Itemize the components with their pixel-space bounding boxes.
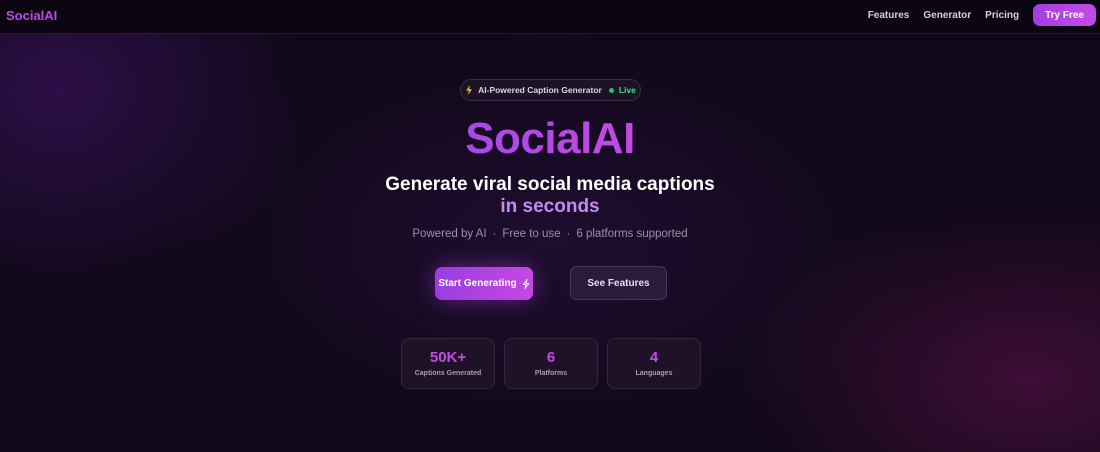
hero-badge: AI-Powered Caption Generator Live — [460, 79, 641, 101]
live-status: Live — [618, 85, 636, 95]
start-generating-button[interactable]: Start Generating — [435, 267, 533, 300]
nav-link-pricing[interactable]: Pricing — [985, 10, 1019, 21]
hero-subtitle-highlight: in seconds — [500, 196, 600, 217]
top-nav: SocialAI Features Generator Pricing Try … — [0, 0, 1100, 34]
nav-link-generator[interactable]: Generator — [923, 10, 971, 21]
tagline-item: 6 platforms supported — [576, 228, 688, 240]
tagline-item: Free to use — [502, 228, 561, 240]
tagline-separator: · — [492, 228, 497, 240]
page: SocialAI Features Generator Pricing Try … — [0, 0, 1100, 452]
bolt-icon — [466, 85, 473, 95]
stat-label: Captions Generated — [414, 370, 482, 377]
hero-title: SocialAI — [0, 113, 1100, 165]
tagline-item: Powered by AI — [412, 228, 487, 240]
nav-link-features[interactable]: Features — [868, 10, 910, 21]
stat-label: Languages — [635, 370, 673, 377]
stat-card-platforms: 6 Platforms — [504, 338, 598, 389]
live-indicator-dot — [608, 87, 614, 93]
tagline-separator: · — [566, 228, 571, 240]
stat-card-captions: 50K+ Captions Generated — [401, 338, 495, 389]
stat-value: 50K+ — [429, 349, 467, 366]
start-generating-label: Start Generating — [438, 278, 517, 289]
badge-text: AI-Powered Caption Generator — [478, 85, 602, 95]
see-features-button[interactable]: See Features — [570, 266, 667, 300]
stat-label: Platforms — [534, 370, 568, 377]
bolt-icon — [522, 278, 529, 289]
logo[interactable]: SocialAI — [6, 8, 57, 23]
try-free-button[interactable]: Try Free — [1033, 4, 1096, 26]
stat-value: 4 — [649, 349, 659, 366]
hero-tagline: Powered by AI · Free to use · 6 platforms su… — [0, 228, 1100, 240]
stat-card-languages: 4 Languages — [607, 338, 701, 389]
stat-value: 6 — [546, 349, 556, 366]
nav-links: Features Generator Pricing Try Free — [868, 4, 1096, 26]
hero-subtitle: Generate viral social media captions — [385, 174, 715, 195]
